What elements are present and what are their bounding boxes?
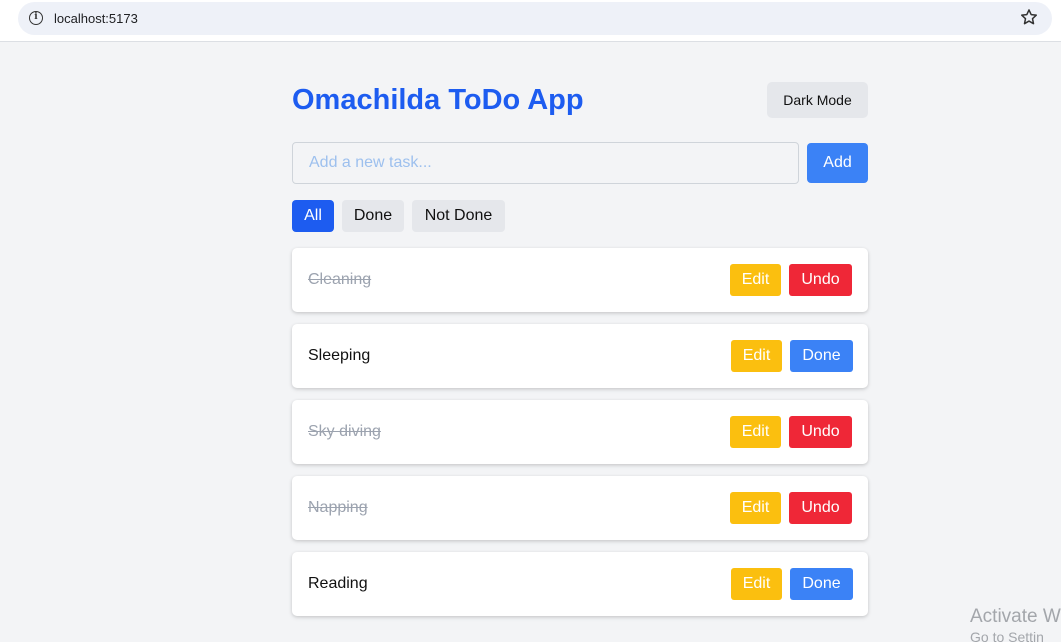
edit-task-button[interactable]: Edit xyxy=(730,416,781,448)
task-item: Napping Edit Undo xyxy=(292,476,868,540)
watermark-line-1: Activate W xyxy=(970,606,1061,627)
dark-mode-button[interactable]: Dark Mode xyxy=(767,82,868,118)
undo-task-button[interactable]: Undo xyxy=(789,264,852,296)
watermark-line-2: Go to Settin xyxy=(970,629,1044,642)
filter-done-button[interactable]: Done xyxy=(342,200,404,232)
url-text[interactable]: localhost:5173 xyxy=(54,11,138,26)
edit-task-button[interactable]: Edit xyxy=(730,264,781,296)
site-info-icon[interactable]: i xyxy=(29,11,43,25)
undo-task-button[interactable]: Undo xyxy=(789,492,852,524)
edit-task-button[interactable]: Edit xyxy=(730,492,781,524)
task-item: Sky diving Edit Undo xyxy=(292,400,868,464)
undo-task-button[interactable]: Undo xyxy=(789,416,852,448)
task-text: Cleaning xyxy=(308,271,372,288)
task-text: Reading xyxy=(308,575,368,592)
edit-task-button[interactable]: Edit xyxy=(731,340,782,372)
task-item: Cleaning Edit Undo xyxy=(292,248,868,312)
url-field[interactable]: i localhost:5173 xyxy=(18,2,1052,35)
app-title: Omachilda ToDo App xyxy=(292,84,584,116)
done-task-button[interactable]: Done xyxy=(790,568,853,600)
add-task-button[interactable]: Add xyxy=(807,143,868,183)
bookmark-star-icon[interactable] xyxy=(1019,7,1039,27)
task-text: Sky diving xyxy=(308,423,381,440)
task-item: Reading Edit Done xyxy=(292,552,868,616)
browser-address-bar: i localhost:5173 xyxy=(0,0,1061,42)
task-text: Sleeping xyxy=(308,347,371,364)
windows-activation-watermark: Activate W Go to Settin xyxy=(970,606,1061,642)
task-text: Napping xyxy=(308,499,368,516)
new-task-input[interactable] xyxy=(292,142,799,184)
filter-all-button[interactable]: All xyxy=(292,200,334,232)
done-task-button[interactable]: Done xyxy=(790,340,853,372)
edit-task-button[interactable]: Edit xyxy=(731,568,782,600)
filter-not-done-button[interactable]: Not Done xyxy=(412,200,505,232)
task-item: Sleeping Edit Done xyxy=(292,324,868,388)
